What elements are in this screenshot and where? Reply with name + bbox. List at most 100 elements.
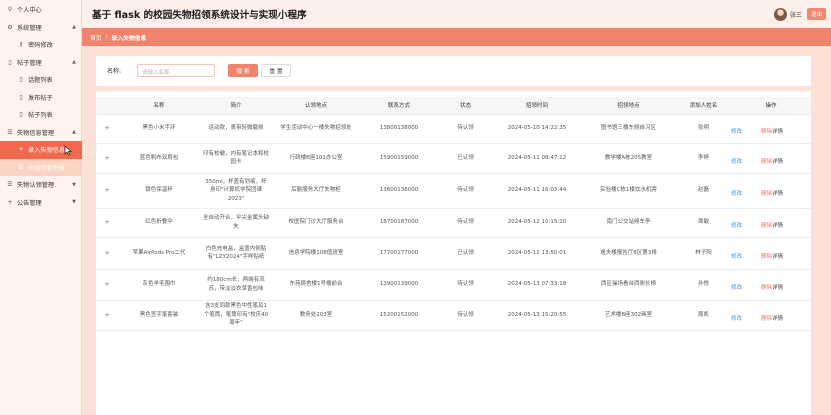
sidebar-item[interactable]: ▯ 帖子管理 ▲ — [0, 54, 82, 72]
cell-time: 2024-05-11 16:03:44 — [493, 173, 581, 209]
table-row: + 银色保温杯 350ml，杯盖有划痕，杯身印"计算机学院团课2023" 后勤服务大厅… — [96, 173, 811, 209]
cell-contact: 13900139000 — [360, 269, 438, 301]
detail-link[interactable]: 详情 — [772, 253, 783, 262]
sidebar-item[interactable]: ☰ 失物信息列表 — [0, 158, 82, 176]
cell-adder: 张明 — [676, 114, 731, 144]
edit-link[interactable]: 修改 — [731, 253, 761, 262]
column-header: 联系方式 — [360, 97, 438, 115]
table-row: + 红色折叠伞 全自动开合，伞尖金属头缺失 校医院门诊大厅服务台 18700187000… — [96, 208, 811, 238]
detail-link[interactable]: 详情 — [772, 190, 783, 199]
cell-contact: 13600136000 — [360, 173, 438, 209]
sidebar: ⚲ 个人中心 ⚙ 系统管理 ▲ ⚷ 密码修改 ▯ 帖子管理 ▲ ▯ 话题列表 ▯ 发布帖子 ▯ 帖子列表 ☰ 失物… — [0, 0, 82, 415]
sidebar-item[interactable]: ☰ 失物认领管理 ▼ — [0, 176, 82, 194]
sidebar-item-label: 失物信息管理 — [17, 129, 55, 137]
delete-link[interactable]: 删除 — [761, 284, 772, 293]
detail-link[interactable]: 详情 — [772, 128, 783, 137]
user-name: 张三 — [789, 11, 802, 19]
cell-found-place: 教学楼A栋205教室 — [581, 143, 676, 174]
column-header: 添加人姓名 — [676, 97, 731, 115]
gear-icon: ⚙ — [7, 23, 13, 31]
cell-actions: 修改 删除详情 — [731, 114, 811, 144]
detail-link[interactable]: 详情 — [772, 315, 783, 324]
expand-row-icon[interactable]: + — [96, 208, 118, 238]
cell-adder: 林子阳 — [676, 237, 731, 270]
delete-link[interactable]: 删除 — [761, 253, 772, 262]
avatar[interactable] — [773, 7, 787, 21]
cell-adder: 周敏 — [676, 208, 731, 238]
table-row: + 蓝色帆布双肩包 印有校徽，内有笔记本和校园卡 行政楼B座101办公室 1590015… — [96, 143, 811, 174]
edit-link[interactable]: 修改 — [731, 158, 761, 167]
expand-row-icon[interactable]: + — [96, 300, 118, 331]
chevron-up-icon[interactable]: ▲ — [72, 59, 76, 65]
cell-time: 2024-05-13 15:20:55 — [493, 300, 581, 331]
reset-button[interactable]: 重 置 — [261, 64, 291, 77]
sidebar-item[interactable]: ▯ 帖子列表 — [0, 106, 82, 124]
cell-name: 黑色签字笔套装 — [118, 300, 200, 331]
edit-link[interactable]: 修改 — [731, 284, 761, 293]
cell-found-place: 西区操场看台西侧长椅 — [581, 269, 676, 301]
search-button[interactable]: 搜 索 — [228, 64, 258, 77]
cell-name: 黑色小米手环 — [118, 114, 200, 144]
cell-actions: 修改 删除详情 — [731, 173, 811, 209]
expand-row-icon[interactable]: + — [96, 269, 118, 301]
cell-desc: 350ml，杯盖有划痕，杯身印"计算机学院团课2023" — [200, 173, 272, 209]
detail-link[interactable]: 详情 — [772, 284, 783, 293]
delete-link[interactable]: 删除 — [761, 190, 772, 199]
search-label: 名称: — [107, 68, 122, 75]
cell-status: 待认领 — [438, 173, 493, 209]
sidebar-item-label: 话题列表 — [28, 77, 53, 85]
sidebar-item[interactable]: ☰ 失物信息管理 ▲ — [0, 124, 82, 142]
detail-link[interactable]: 详情 — [772, 158, 783, 167]
search-bar: 名称: 请输入名称 搜 索 重 置 — [96, 56, 811, 86]
lost-items-table-card: 名称 简介 认领地点 联系方式 状态 招领时间 招领地点 添加人姓名 操作 + 黑色小米手环 运动款… — [96, 91, 811, 415]
sidebar-item-label: 公告管理 — [17, 199, 42, 207]
delete-link[interactable]: 删除 — [761, 158, 772, 167]
cell-contact: 13800138000 — [360, 114, 438, 144]
edit-link[interactable]: 修改 — [731, 315, 761, 324]
table-body: + 黑色小米手环 运动款，表带轻微磨损 学生活动中心一楼失物招领处 1380013800… — [96, 114, 811, 331]
column-header: 操作 — [731, 97, 811, 115]
cell-claim-place: 校医院门诊大厅服务台 — [272, 208, 360, 238]
cell-adder: 周凯 — [676, 300, 731, 331]
delete-link[interactable]: 删除 — [761, 128, 772, 137]
column-header: 招领地点 — [581, 97, 676, 115]
sidebar-item[interactable]: + 公告管理 ▼ — [0, 194, 82, 212]
sidebar-item[interactable]: ▯ 话题列表 — [0, 71, 82, 89]
delete-link[interactable]: 删除 — [761, 315, 772, 324]
lost-items-table: 名称 简介 认领地点 联系方式 状态 招领时间 招领地点 添加人姓名 操作 + 黑色小米手环 运动款… — [96, 97, 811, 331]
edit-link[interactable]: 修改 — [731, 222, 761, 231]
detail-link[interactable]: 详情 — [772, 222, 783, 231]
breadcrumb: 首页 / 录入失物信息 — [82, 28, 831, 46]
expand-row-icon[interactable]: + — [96, 173, 118, 209]
cell-status: 待认领 — [438, 114, 493, 144]
sidebar-item[interactable]: ⚙ 系统管理 ▲ — [0, 19, 82, 37]
search-input[interactable]: 请输入名称 — [137, 64, 215, 77]
cell-adder: 孙悦 — [676, 269, 731, 301]
breadcrumb-separator: / — [105, 34, 108, 40]
chevron-down-icon[interactable]: ▼ — [72, 199, 76, 205]
cell-status: 待认领 — [438, 208, 493, 238]
edit-link[interactable]: 修改 — [731, 190, 761, 199]
chevron-up-icon[interactable]: ▲ — [72, 129, 76, 135]
sidebar-item[interactable]: ⚲ 个人中心 — [0, 1, 82, 19]
logout-button[interactable]: 退出 — [806, 8, 826, 20]
chevron-down-icon[interactable]: ▼ — [72, 182, 76, 188]
sidebar-item[interactable]: ▯ 发布帖子 — [0, 89, 82, 107]
list-icon: ☰ — [7, 128, 13, 136]
breadcrumb-home[interactable]: 首页 — [90, 33, 102, 42]
list-icon: ☰ — [18, 163, 24, 171]
cell-adder: 赵磊 — [676, 173, 731, 209]
edit-link[interactable]: 修改 — [731, 128, 761, 137]
chevron-up-icon[interactable]: ▲ — [72, 24, 76, 30]
expand-row-icon[interactable]: + — [96, 237, 118, 270]
cell-time: 2024-05-11 08:47:12 — [493, 143, 581, 174]
column-header: 状态 — [438, 97, 493, 115]
cell-name: 银色保温杯 — [118, 173, 200, 209]
expand-row-icon[interactable]: + — [96, 114, 118, 144]
column-header — [96, 97, 118, 115]
expand-row-icon[interactable]: + — [96, 143, 118, 174]
delete-link[interactable]: 删除 — [761, 222, 772, 231]
cell-desc: 运动款，表带轻微磨损 — [200, 114, 272, 144]
cell-claim-place: 行政楼B座101办公室 — [272, 143, 360, 174]
sidebar-item[interactable]: ⚷ 密码修改 — [0, 36, 82, 54]
